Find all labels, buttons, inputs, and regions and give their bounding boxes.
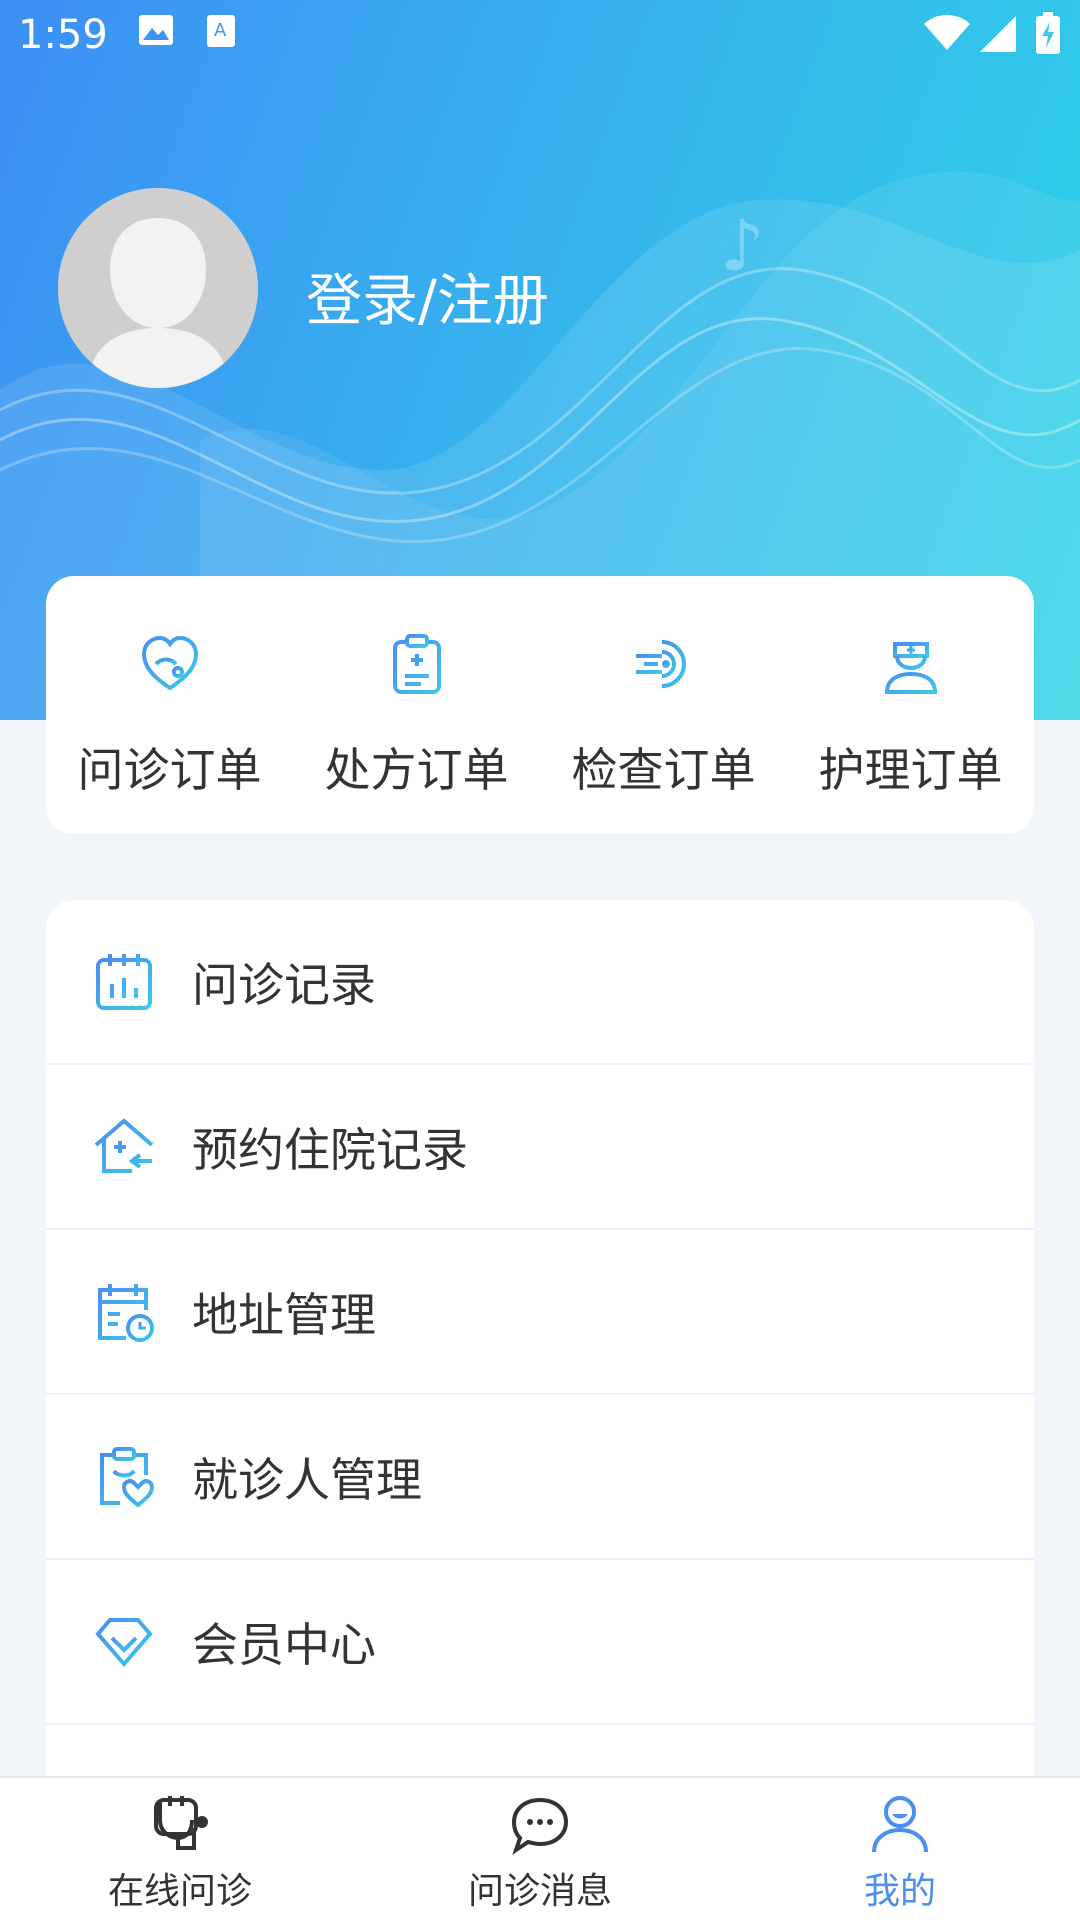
calendar-clock-icon — [98, 1283, 154, 1342]
diamond-icon — [95, 1617, 153, 1667]
nav-consultation-messages[interactable]: 问诊消息 — [360, 1778, 720, 1922]
bottom-nav: 在线问诊 问诊消息 我的 — [0, 1776, 1080, 1922]
nav-label: 在线问诊 — [107, 1871, 252, 1912]
status-time: 1:59 — [18, 12, 108, 58]
menu-member-center[interactable]: 会员中心 — [46, 1560, 1034, 1725]
nav-mine[interactable]: 我的 — [720, 1778, 1080, 1922]
menu-item-label: 会员中心 — [192, 1617, 376, 1672]
hospital-home-icon — [94, 1117, 154, 1173]
menu-item-label: 就诊人管理 — [192, 1452, 422, 1507]
nav-online-consultation[interactable]: 在线问诊 — [0, 1778, 360, 1922]
menu-item-label: 问诊记录 — [192, 957, 376, 1012]
user-avatar-icon[interactable] — [58, 188, 258, 388]
menu-address-management[interactable]: 地址管理 — [46, 1230, 1034, 1395]
menu-item-label: 地址管理 — [192, 1287, 376, 1342]
svg-text:♪: ♪ — [720, 205, 765, 287]
order-consultation[interactable]: 问诊订单 — [46, 576, 293, 834]
menu-patient-management[interactable]: 就诊人管理 — [46, 1395, 1034, 1560]
calendar-chart-icon — [96, 953, 152, 1010]
status-bar: 1:59 A — [0, 0, 1080, 72]
wifi-icon — [924, 15, 970, 50]
order-examination[interactable]: 检查订单 — [540, 576, 787, 834]
clipboard-icon — [392, 634, 441, 694]
signal-icon — [980, 16, 1016, 52]
scan-icon — [635, 640, 686, 688]
nurse-icon — [884, 642, 937, 694]
order-label: 检查订单 — [571, 743, 756, 797]
menu-list: 问诊记录 预约住院记录 地址管理 就诊人管理 会员中心 — [46, 900, 1034, 1900]
clipboard-heart-icon — [100, 1446, 155, 1508]
menu-hospitalization-records[interactable]: 预约住院记录 — [46, 1065, 1034, 1230]
orders-card: 问诊订单 处方订单 检查订单 护理订单 — [46, 576, 1034, 834]
nav-label: 我的 — [863, 1871, 936, 1912]
order-prescription[interactable]: 处方订单 — [293, 576, 540, 834]
order-label: 护理订单 — [818, 743, 1003, 797]
battery-charging-icon — [1036, 12, 1060, 54]
svg-text:A: A — [214, 20, 227, 41]
order-label: 处方订单 — [324, 743, 509, 797]
image-icon — [139, 15, 173, 45]
login-register-link[interactable]: 登录/注册 — [306, 256, 549, 337]
menu-item-label: 预约住院记录 — [192, 1122, 468, 1177]
chat-bubble-icon — [511, 1797, 569, 1855]
order-nursing[interactable]: 护理订单 — [787, 576, 1034, 834]
menu-consultation-records[interactable]: 问诊记录 — [46, 900, 1034, 1065]
person-icon — [872, 1796, 928, 1853]
keyboard-a-icon: A — [207, 15, 235, 47]
heart-stethoscope-icon — [141, 635, 198, 691]
stethoscope-icon — [154, 1796, 208, 1850]
nav-label: 问诊消息 — [467, 1871, 612, 1912]
order-label: 问诊订单 — [77, 743, 262, 797]
